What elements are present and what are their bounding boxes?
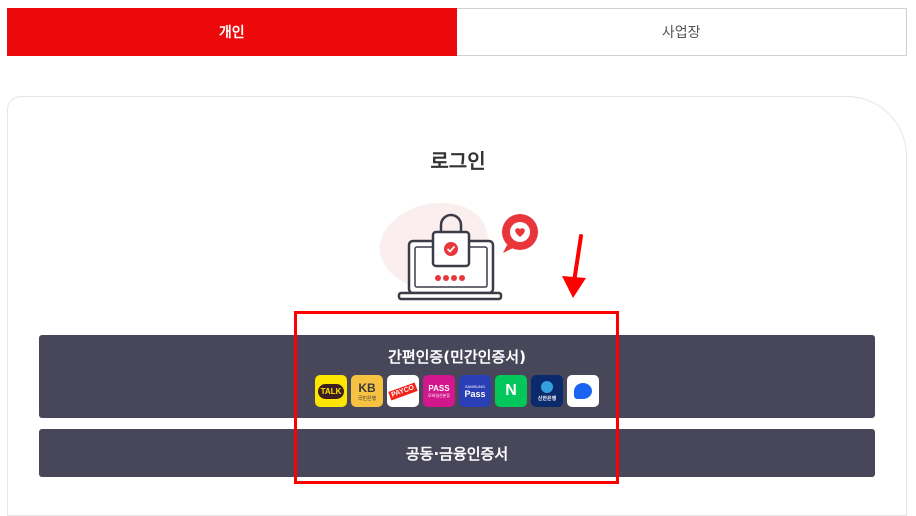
- laptop-lock-illustration: [379, 202, 538, 301]
- tab-business[interactable]: 사업장: [456, 8, 907, 56]
- kb-icon: KB 국민은행: [351, 375, 383, 407]
- arrow-down-icon: [562, 234, 586, 298]
- joint-cert-label: 공동·금융인증서: [405, 444, 509, 463]
- login-type-tabs: 개인 사업장: [7, 8, 907, 56]
- simple-auth-button[interactable]: 간편인증(민간인증서) TALK KB 국민은행 PAYCO PASS 모바일신…: [39, 335, 875, 418]
- page-title: 로그인: [430, 149, 486, 173]
- shinhan-icon: 신한은행: [531, 375, 563, 407]
- auth-provider-icons: TALK KB 국민은행 PAYCO PASS 모바일신분증 SAMSUNG P…: [315, 375, 599, 407]
- joint-cert-button[interactable]: 공동·금융인증서: [39, 429, 875, 477]
- pass-icon: PASS 모바일신분증: [423, 375, 455, 407]
- toss-icon: [567, 375, 599, 407]
- simple-auth-label: 간편인증(민간인증서): [388, 348, 526, 366]
- samsung-pass-icon: SAMSUNG Pass: [459, 375, 491, 407]
- payco-icon: PAYCO: [387, 375, 419, 407]
- tab-personal[interactable]: 개인: [7, 8, 457, 56]
- kakao-talk-icon: TALK: [315, 375, 347, 407]
- naver-icon: N: [495, 375, 527, 407]
